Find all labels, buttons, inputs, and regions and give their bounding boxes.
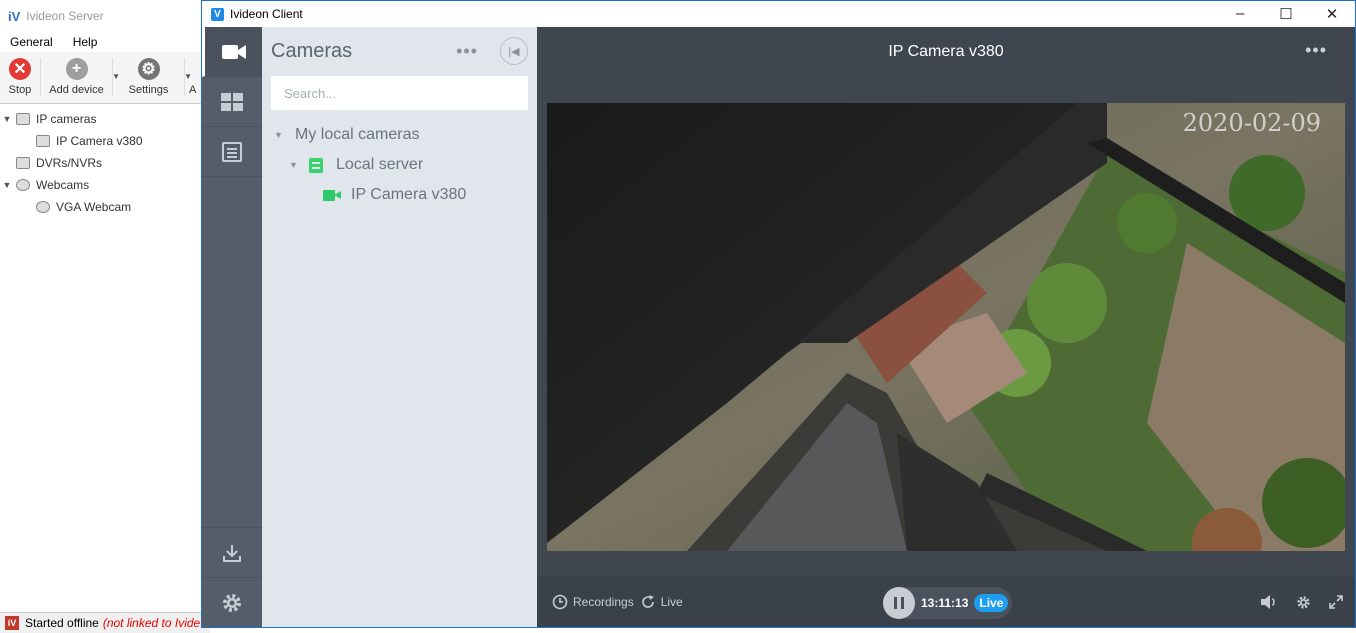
nav-cameras[interactable] [202, 27, 262, 77]
playback-controls: Recordings Live 13:11:13 Live [537, 577, 1355, 627]
more-options-icon[interactable]: ••• [1305, 40, 1327, 61]
gear-icon [223, 593, 241, 612]
menu-help[interactable]: Help [63, 35, 108, 49]
expand-arrow-icon[interactable]: ▼ [289, 160, 301, 170]
fullscreen-icon [1329, 595, 1343, 609]
server-status-icon: iV [5, 616, 19, 630]
tree-item-vga-webcam[interactable]: VGA Webcam [0, 196, 209, 218]
close-button[interactable]: ✕ [1309, 5, 1355, 23]
nav-rail [202, 27, 262, 627]
device-tree: ▼ IP cameras IP Camera v380 DVRs/NVRs ▼ … [0, 104, 209, 618]
stop-label: Stop [8, 84, 32, 96]
tree-label: DVRs/NVRs [36, 156, 103, 170]
panel-title: Cameras [271, 39, 353, 62]
viewer-header: IP Camera v380 ••• [537, 27, 1355, 77]
maximize-button[interactable]: ☐ [1263, 5, 1309, 23]
tree-label: IP Camera v380 [56, 134, 143, 148]
chevron-down-icon[interactable]: ▼ [0, 180, 14, 190]
refresh-icon [641, 595, 654, 608]
tree-label: IP Camera v380 [351, 186, 467, 203]
tree-label: Webcams [36, 178, 90, 192]
webcam-icon [16, 179, 30, 191]
camera-icon [323, 189, 341, 201]
expand-arrow-icon[interactable]: ▼ [274, 130, 286, 140]
camera-icon [36, 135, 50, 147]
status-note[interactable]: (not linked to Ivide [103, 616, 200, 630]
add-device-button[interactable]: + Add device ▼ [40, 58, 120, 96]
camera-tree: ▼ My local cameras ▼ Local server IP Cam… [262, 120, 537, 210]
nav-downloads[interactable] [202, 527, 262, 577]
nav-layouts[interactable] [202, 77, 262, 127]
tree-label: Local server [336, 156, 424, 173]
server-status-bar: iV Started offline (not linked to Ivide [0, 612, 210, 633]
viewer-title: IP Camera v380 [888, 43, 1004, 60]
status-text: Started offline [25, 616, 99, 630]
wrench-icon: ⚙ [137, 58, 160, 80]
playback-status: 13:11:13 Live [883, 587, 1013, 619]
client-titlebar: V Ivideon Client – ☐ ✕ [202, 1, 1355, 27]
tree-item-dvrs[interactable]: DVRs/NVRs [0, 152, 209, 174]
video-settings-button[interactable] [1296, 595, 1311, 610]
gear-icon [1297, 595, 1310, 609]
add-icon: + [65, 58, 88, 80]
live-badge: Live [974, 594, 1009, 612]
stop-button[interactable]: ✕ Stop [0, 58, 40, 96]
live-button[interactable]: Live [640, 594, 683, 610]
tree-item-ip-camera-v380[interactable]: IP Camera v380 [262, 180, 537, 210]
tree-item-webcams[interactable]: ▼ Webcams [0, 174, 209, 196]
speaker-icon [1261, 595, 1275, 609]
video-timestamp-overlay: 2020-02-09 [1182, 109, 1321, 137]
tree-item-ip-cameras[interactable]: ▼ IP cameras [0, 108, 209, 130]
chevron-down-icon[interactable]: ▼ [0, 114, 14, 124]
volume-button[interactable] [1260, 594, 1278, 610]
server-toolbar: ✕ Stop + Add device ▼ ⚙ Settings ▼ A [0, 52, 209, 104]
playback-time: 13:11:13 [921, 596, 969, 610]
camera-viewer: IP Camera v380 ••• 2020-02-09 Recordings… [537, 27, 1355, 627]
add-device-label: Add device [49, 84, 104, 96]
tree-item-my-local-cameras[interactable]: ▼ My local cameras [262, 120, 537, 150]
client-window: V Ivideon Client – ☐ ✕ Cameras ••• |◀ Se… [201, 0, 1356, 628]
tree-item-ip-camera-v380[interactable]: IP Camera v380 [0, 130, 209, 152]
pause-button[interactable] [883, 587, 915, 619]
live-label: Live [660, 595, 683, 609]
settings-label: Settings [128, 84, 169, 96]
settings-button[interactable]: ⚙ Settings ▼ [112, 58, 192, 96]
cut-off-label: A [189, 84, 197, 96]
server-titlebar: iV Ivideon Server [0, 0, 209, 32]
menu-general[interactable]: General [0, 35, 63, 49]
ivideon-logo-icon: iV [8, 8, 21, 24]
pause-icon [894, 597, 904, 609]
more-options-icon[interactable]: ••• [456, 41, 478, 62]
ivideon-client-logo-icon: V [211, 7, 224, 21]
cameras-panel: Cameras ••• |◀ ▼ My local cameras ▼ Loca… [262, 27, 537, 627]
webcam-icon [36, 201, 50, 213]
video-camera-icon [221, 44, 246, 59]
tree-label: VGA Webcam [56, 200, 132, 214]
fullscreen-button[interactable] [1329, 595, 1343, 609]
grid-icon [221, 92, 243, 111]
client-title: Ivideon Client [230, 7, 303, 21]
dvr-icon [16, 157, 30, 169]
search-input[interactable] [271, 76, 528, 110]
collapse-panel-button[interactable]: |◀ [500, 37, 528, 65]
server-menubar: General Help [0, 32, 209, 52]
server-window: iV Ivideon Server General Help ✕ Stop + … [0, 0, 210, 633]
recordings-button[interactable]: Recordings [552, 594, 634, 610]
tree-label: My local cameras [295, 126, 420, 143]
tree-item-local-server[interactable]: ▼ Local server [262, 150, 537, 180]
server-title: Ivideon Server [26, 9, 104, 23]
clock-icon [552, 594, 568, 610]
video-feed[interactable]: 2020-02-09 [547, 103, 1345, 551]
download-icon [223, 544, 241, 562]
nav-events[interactable] [202, 127, 262, 177]
minimize-button[interactable]: – [1217, 5, 1263, 23]
stop-icon: ✕ [9, 58, 31, 80]
server-icon [309, 157, 323, 173]
tree-label: IP cameras [36, 112, 97, 126]
recordings-label: Recordings [573, 595, 634, 609]
camera-frame-image [547, 103, 1345, 551]
list-icon [222, 141, 242, 162]
ip-camera-group-icon [16, 113, 30, 125]
nav-settings[interactable] [202, 577, 262, 627]
